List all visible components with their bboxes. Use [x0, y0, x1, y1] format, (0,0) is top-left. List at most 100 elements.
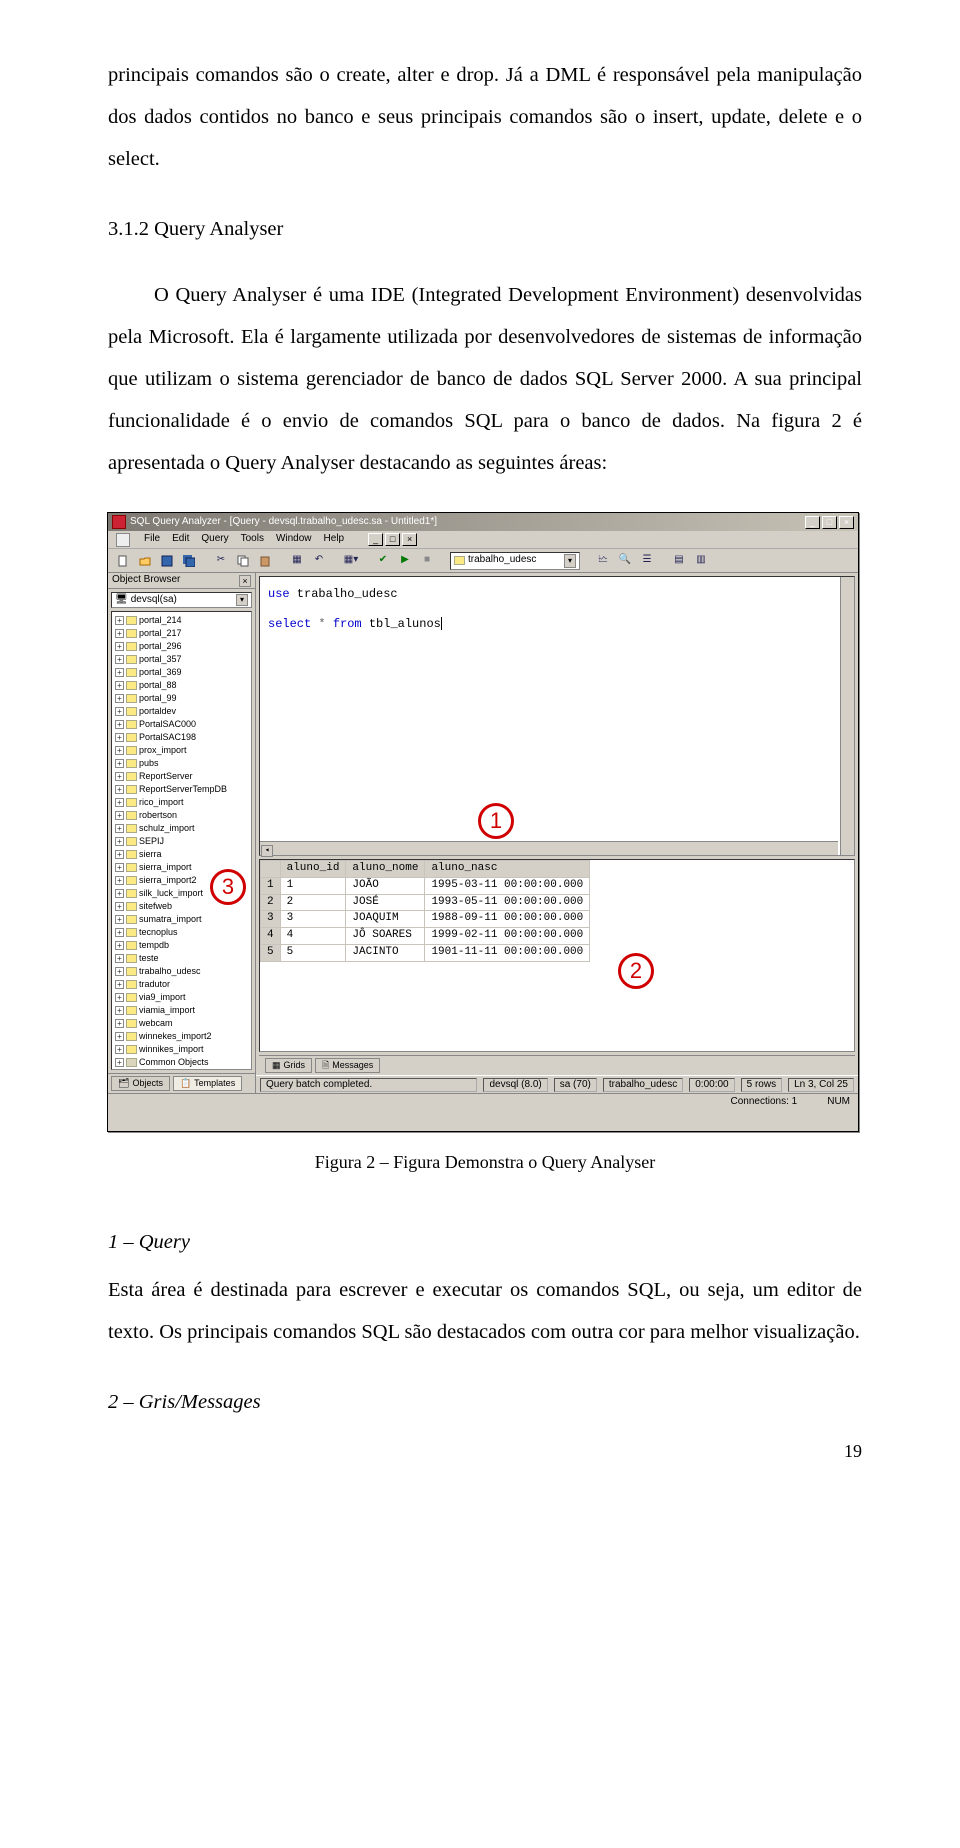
tree-item[interactable]: +schulz_import [112, 822, 251, 835]
table-row[interactable]: 44JÔ SOARES1999-02-11 00:00:00.000 [261, 928, 590, 945]
minimize-button[interactable]: _ [805, 516, 820, 529]
mdi-icon[interactable] [116, 533, 130, 547]
close-button[interactable]: × [839, 516, 854, 529]
object-browser-close-icon[interactable]: × [239, 575, 251, 587]
expand-icon[interactable]: + [115, 1032, 124, 1041]
tree-item[interactable]: +portal_99 [112, 692, 251, 705]
object-search-icon[interactable]: 🔍 [616, 552, 634, 570]
expand-icon[interactable]: + [115, 642, 124, 651]
grid-cell[interactable]: 2 [280, 894, 346, 911]
grid-cell[interactable]: JOAQUIM [346, 911, 425, 928]
mdi-close-button[interactable]: × [402, 533, 417, 546]
tab-grids[interactable]: ▦Grids [265, 1058, 312, 1073]
tree-item[interactable]: +viamia_import [112, 1004, 251, 1017]
save-icon[interactable] [158, 552, 176, 570]
grid-column-header[interactable]: aluno_nome [346, 861, 425, 878]
tree-item[interactable]: +PortalSAC000 [112, 718, 251, 731]
expand-icon[interactable]: + [115, 876, 124, 885]
table-row[interactable]: 22JOSÉ1993-05-11 00:00:00.000 [261, 894, 590, 911]
new-icon[interactable] [114, 552, 132, 570]
server-selector[interactable]: 🖥 devsql(sa) ▾ [111, 592, 252, 608]
grid-column-header[interactable]: aluno_id [280, 861, 346, 878]
tree-item[interactable]: +SEPIJ [112, 835, 251, 848]
tree-item[interactable]: +ReportServer [112, 770, 251, 783]
expand-icon[interactable]: + [115, 668, 124, 677]
paste-icon[interactable] [256, 552, 274, 570]
editor-horizontal-scrollbar[interactable]: ◂ [260, 841, 838, 855]
execute-mode-icon[interactable]: ▦▾ [342, 552, 360, 570]
expand-icon[interactable]: + [115, 811, 124, 820]
show-plan-icon[interactable]: ▥ [692, 552, 710, 570]
expand-icon[interactable]: + [115, 980, 124, 989]
expand-icon[interactable]: + [115, 733, 124, 742]
grid-cell[interactable]: 1993-05-11 00:00:00.000 [425, 894, 590, 911]
copy-icon[interactable] [234, 552, 252, 570]
tree-item[interactable]: +sierra [112, 848, 251, 861]
expand-icon[interactable]: + [115, 1045, 124, 1054]
stop-icon[interactable]: ■ [418, 552, 436, 570]
expand-icon[interactable]: + [115, 863, 124, 872]
grid-column-header[interactable]: aluno_nasc [425, 861, 590, 878]
expand-icon[interactable]: + [115, 629, 124, 638]
mdi-maximize-button[interactable]: □ [385, 533, 400, 546]
tab-messages[interactable]: 🗎Messages [315, 1058, 380, 1073]
parse-icon[interactable]: ✔ [374, 552, 392, 570]
grid-cell[interactable]: 1 [280, 877, 346, 894]
mdi-minimize-button[interactable]: _ [368, 533, 383, 546]
expand-icon[interactable]: + [115, 785, 124, 794]
menu-help[interactable]: Help [324, 533, 345, 546]
tree-item[interactable]: +via9_import [112, 991, 251, 1004]
expand-icon[interactable]: + [115, 837, 124, 846]
expand-icon[interactable]: + [115, 720, 124, 729]
tree-item[interactable]: +teste [112, 952, 251, 965]
grid-cell[interactable]: 4 [280, 928, 346, 945]
expand-icon[interactable]: + [115, 772, 124, 781]
open-icon[interactable] [136, 552, 154, 570]
tree-item[interactable]: +PortalSAC198 [112, 731, 251, 744]
table-row[interactable]: 33JOAQUIM1988-09-11 00:00:00.000 [261, 911, 590, 928]
expand-icon[interactable]: + [115, 928, 124, 937]
expand-icon[interactable]: + [115, 798, 124, 807]
undo-icon[interactable]: ↶ [310, 552, 328, 570]
sql-editor[interactable]: use trabalho_udesc select * from tbl_alu… [259, 576, 855, 856]
expand-icon[interactable]: + [115, 915, 124, 924]
expand-icon[interactable]: + [115, 746, 124, 755]
tree-item[interactable]: +winnekes_import2 [112, 1030, 251, 1043]
tree-item[interactable]: +portal_369 [112, 666, 251, 679]
tab-objects[interactable]: 🗂Objects [111, 1076, 170, 1091]
tree-item[interactable]: +rico_import [112, 796, 251, 809]
expand-icon[interactable]: + [115, 993, 124, 1002]
tree-item[interactable]: +portal_296 [112, 640, 251, 653]
tree-item[interactable]: +tempdb [112, 939, 251, 952]
tree-item[interactable]: +pubs [112, 757, 251, 770]
expand-icon[interactable]: + [115, 967, 124, 976]
tree-item[interactable]: +portal_214 [112, 614, 251, 627]
expand-icon[interactable]: + [115, 941, 124, 950]
expand-icon[interactable]: + [115, 1058, 124, 1067]
tree-item[interactable]: +portal_357 [112, 653, 251, 666]
expand-icon[interactable]: + [115, 681, 124, 690]
results-grid[interactable]: aluno_idaluno_nomealuno_nasc11JOÃO1995-0… [259, 859, 855, 1052]
cut-icon[interactable]: ✂ [212, 552, 230, 570]
expand-icon[interactable]: + [115, 1006, 124, 1015]
expand-icon[interactable]: + [115, 954, 124, 963]
scroll-left-icon[interactable]: ◂ [261, 845, 273, 857]
table-row[interactable]: 11JOÃO1995-03-11 00:00:00.000 [261, 877, 590, 894]
grid-cell[interactable]: JACINTO [346, 944, 425, 961]
tree-item[interactable]: +ReportServerTempDB [112, 783, 251, 796]
tree-item[interactable]: +webcam [112, 1017, 251, 1030]
tree-item[interactable]: +sumatra_import [112, 913, 251, 926]
expand-icon[interactable]: + [115, 902, 124, 911]
tree-item[interactable]: +robertson [112, 809, 251, 822]
tree-item[interactable]: +portaldev [112, 705, 251, 718]
object-tree[interactable]: +portal_214+portal_217+portal_296+portal… [111, 611, 252, 1070]
menu-edit[interactable]: Edit [172, 533, 189, 546]
object-browser-icon[interactable]: ☰ [638, 552, 656, 570]
grid-cell[interactable]: 1901-11-11 00:00:00.000 [425, 944, 590, 961]
expand-icon[interactable]: + [115, 889, 124, 898]
expand-icon[interactable]: + [115, 655, 124, 664]
menu-query[interactable]: Query [201, 533, 228, 546]
results-pane-icon[interactable]: ▤ [670, 552, 688, 570]
tree-item[interactable]: +trabalho_udesc [112, 965, 251, 978]
execute-icon[interactable]: ▶ [396, 552, 414, 570]
